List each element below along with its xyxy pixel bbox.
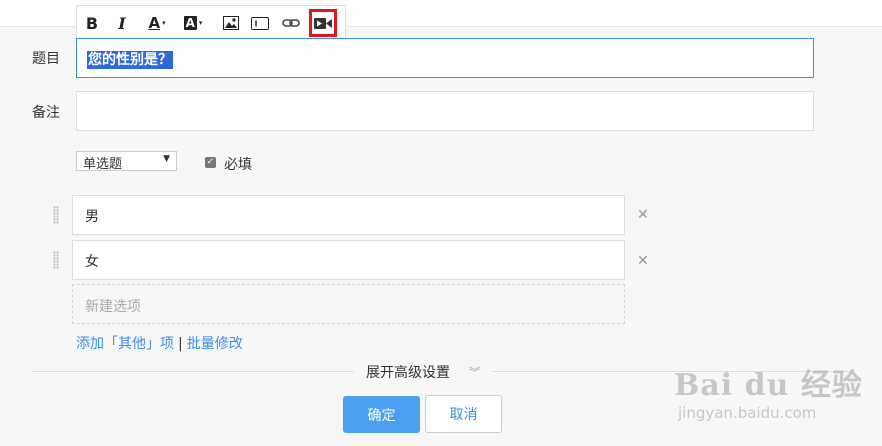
add-other-link[interactable]: 添加「其他」项 — [76, 336, 174, 352]
batch-edit-link[interactable]: 批量修改 — [187, 336, 243, 352]
title-input[interactable]: 您的性别是？ — [76, 38, 814, 78]
image-icon — [223, 16, 239, 30]
caret-down-icon: ▾ — [162, 19, 166, 27]
textbox-icon — [251, 16, 269, 30]
new-option-input[interactable]: 新建选项 — [72, 284, 625, 324]
watermark-logo: Bai du 经验 — [674, 368, 863, 403]
option-label: 女 — [85, 254, 99, 270]
confirm-button[interactable]: 确定 — [343, 396, 420, 433]
option-input[interactable]: 女 — [72, 240, 625, 280]
delete-option-icon[interactable]: ✕ — [637, 253, 649, 269]
question-type-value: 单选题 — [83, 157, 123, 172]
delete-option-icon[interactable]: ✕ — [637, 207, 649, 223]
link-icon — [282, 19, 300, 27]
option-input[interactable]: 男 — [72, 195, 625, 235]
question-type-select[interactable]: 单选题 ▼ — [76, 151, 177, 172]
cancel-button[interactable]: 取消 — [425, 395, 502, 433]
required-label: 必填 — [224, 157, 252, 173]
caret-down-icon: ▾ — [198, 19, 203, 27]
new-option-placeholder: 新建选项 — [85, 299, 141, 315]
drag-handle-icon[interactable] — [53, 206, 59, 224]
divider-left — [32, 371, 354, 372]
drag-handle-icon[interactable] — [53, 251, 59, 269]
background-color-icon: A — [183, 16, 197, 30]
insert-textbox-button[interactable] — [249, 12, 271, 34]
note-label: 备注 — [32, 105, 60, 121]
expand-advanced-settings[interactable]: 展开高级设置 — [366, 362, 450, 382]
bold-button[interactable]: B — [81, 12, 103, 34]
baidu-jingyan-watermark: Bai du 经验 jingyan.baidu.com — [674, 360, 863, 422]
font-color-icon: A — [148, 14, 161, 32]
option-label: 男 — [85, 209, 99, 225]
editor-toolbar: B I A ▾ A ▾ — [76, 5, 346, 39]
insert-link-button[interactable] — [280, 12, 302, 34]
link-separator: | — [178, 336, 183, 352]
note-input[interactable] — [76, 91, 814, 131]
option-links: 添加「其他」项 | 批量修改 — [76, 333, 243, 353]
font-color-button[interactable]: A ▾ — [141, 12, 173, 34]
double-chevron-down-icon[interactable]: ︾ — [469, 364, 480, 380]
bold-icon: B — [85, 13, 99, 33]
select-arrow-icon: ▼ — [163, 154, 170, 164]
video-icon — [314, 17, 332, 29]
title-label: 题目 — [32, 51, 60, 67]
italic-icon: I — [118, 13, 126, 33]
italic-button[interactable]: I — [111, 12, 133, 34]
watermark-url: jingyan.baidu.com — [678, 404, 817, 422]
insert-video-button[interactable] — [309, 9, 337, 37]
title-selected-text: 您的性别是？ — [87, 51, 173, 69]
required-checkbox[interactable]: ✓ — [205, 157, 216, 168]
insert-image-button[interactable] — [220, 12, 242, 34]
background-color-button[interactable]: A ▾ — [177, 12, 209, 34]
